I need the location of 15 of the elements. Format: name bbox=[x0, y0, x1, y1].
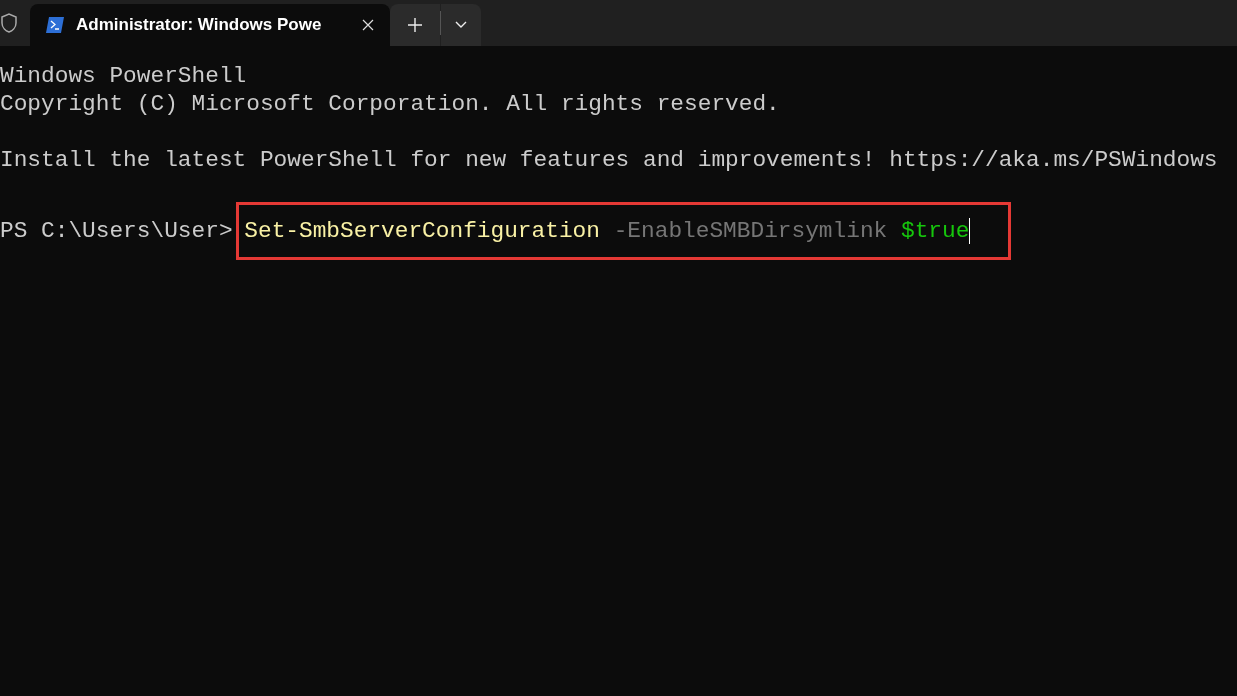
plus-icon bbox=[408, 18, 422, 32]
shield-icon bbox=[0, 13, 18, 33]
chevron-down-icon bbox=[455, 21, 467, 29]
close-icon[interactable] bbox=[362, 19, 374, 31]
text-cursor bbox=[969, 218, 971, 244]
command-text: Set-SmbServerConfiguration bbox=[244, 217, 600, 245]
output-line: Windows PowerShell bbox=[0, 62, 248, 90]
terminal-tab[interactable]: Administrator: Windows Powe bbox=[30, 4, 390, 46]
terminal-icon bbox=[46, 17, 64, 33]
value-text: $true bbox=[900, 217, 970, 245]
parameter-text: -EnableSMBDirsymlink bbox=[613, 217, 888, 245]
prompt-path: PS C:\Users\User> bbox=[0, 217, 233, 245]
output-line: Install the latest PowerShell for new features and improvements! https://aka.ms/PSWindows bbox=[0, 146, 1219, 174]
output-line: Copyright (C) Microsoft Corporation. All rights reserved. bbox=[0, 90, 781, 118]
new-tab-button[interactable] bbox=[390, 4, 440, 46]
